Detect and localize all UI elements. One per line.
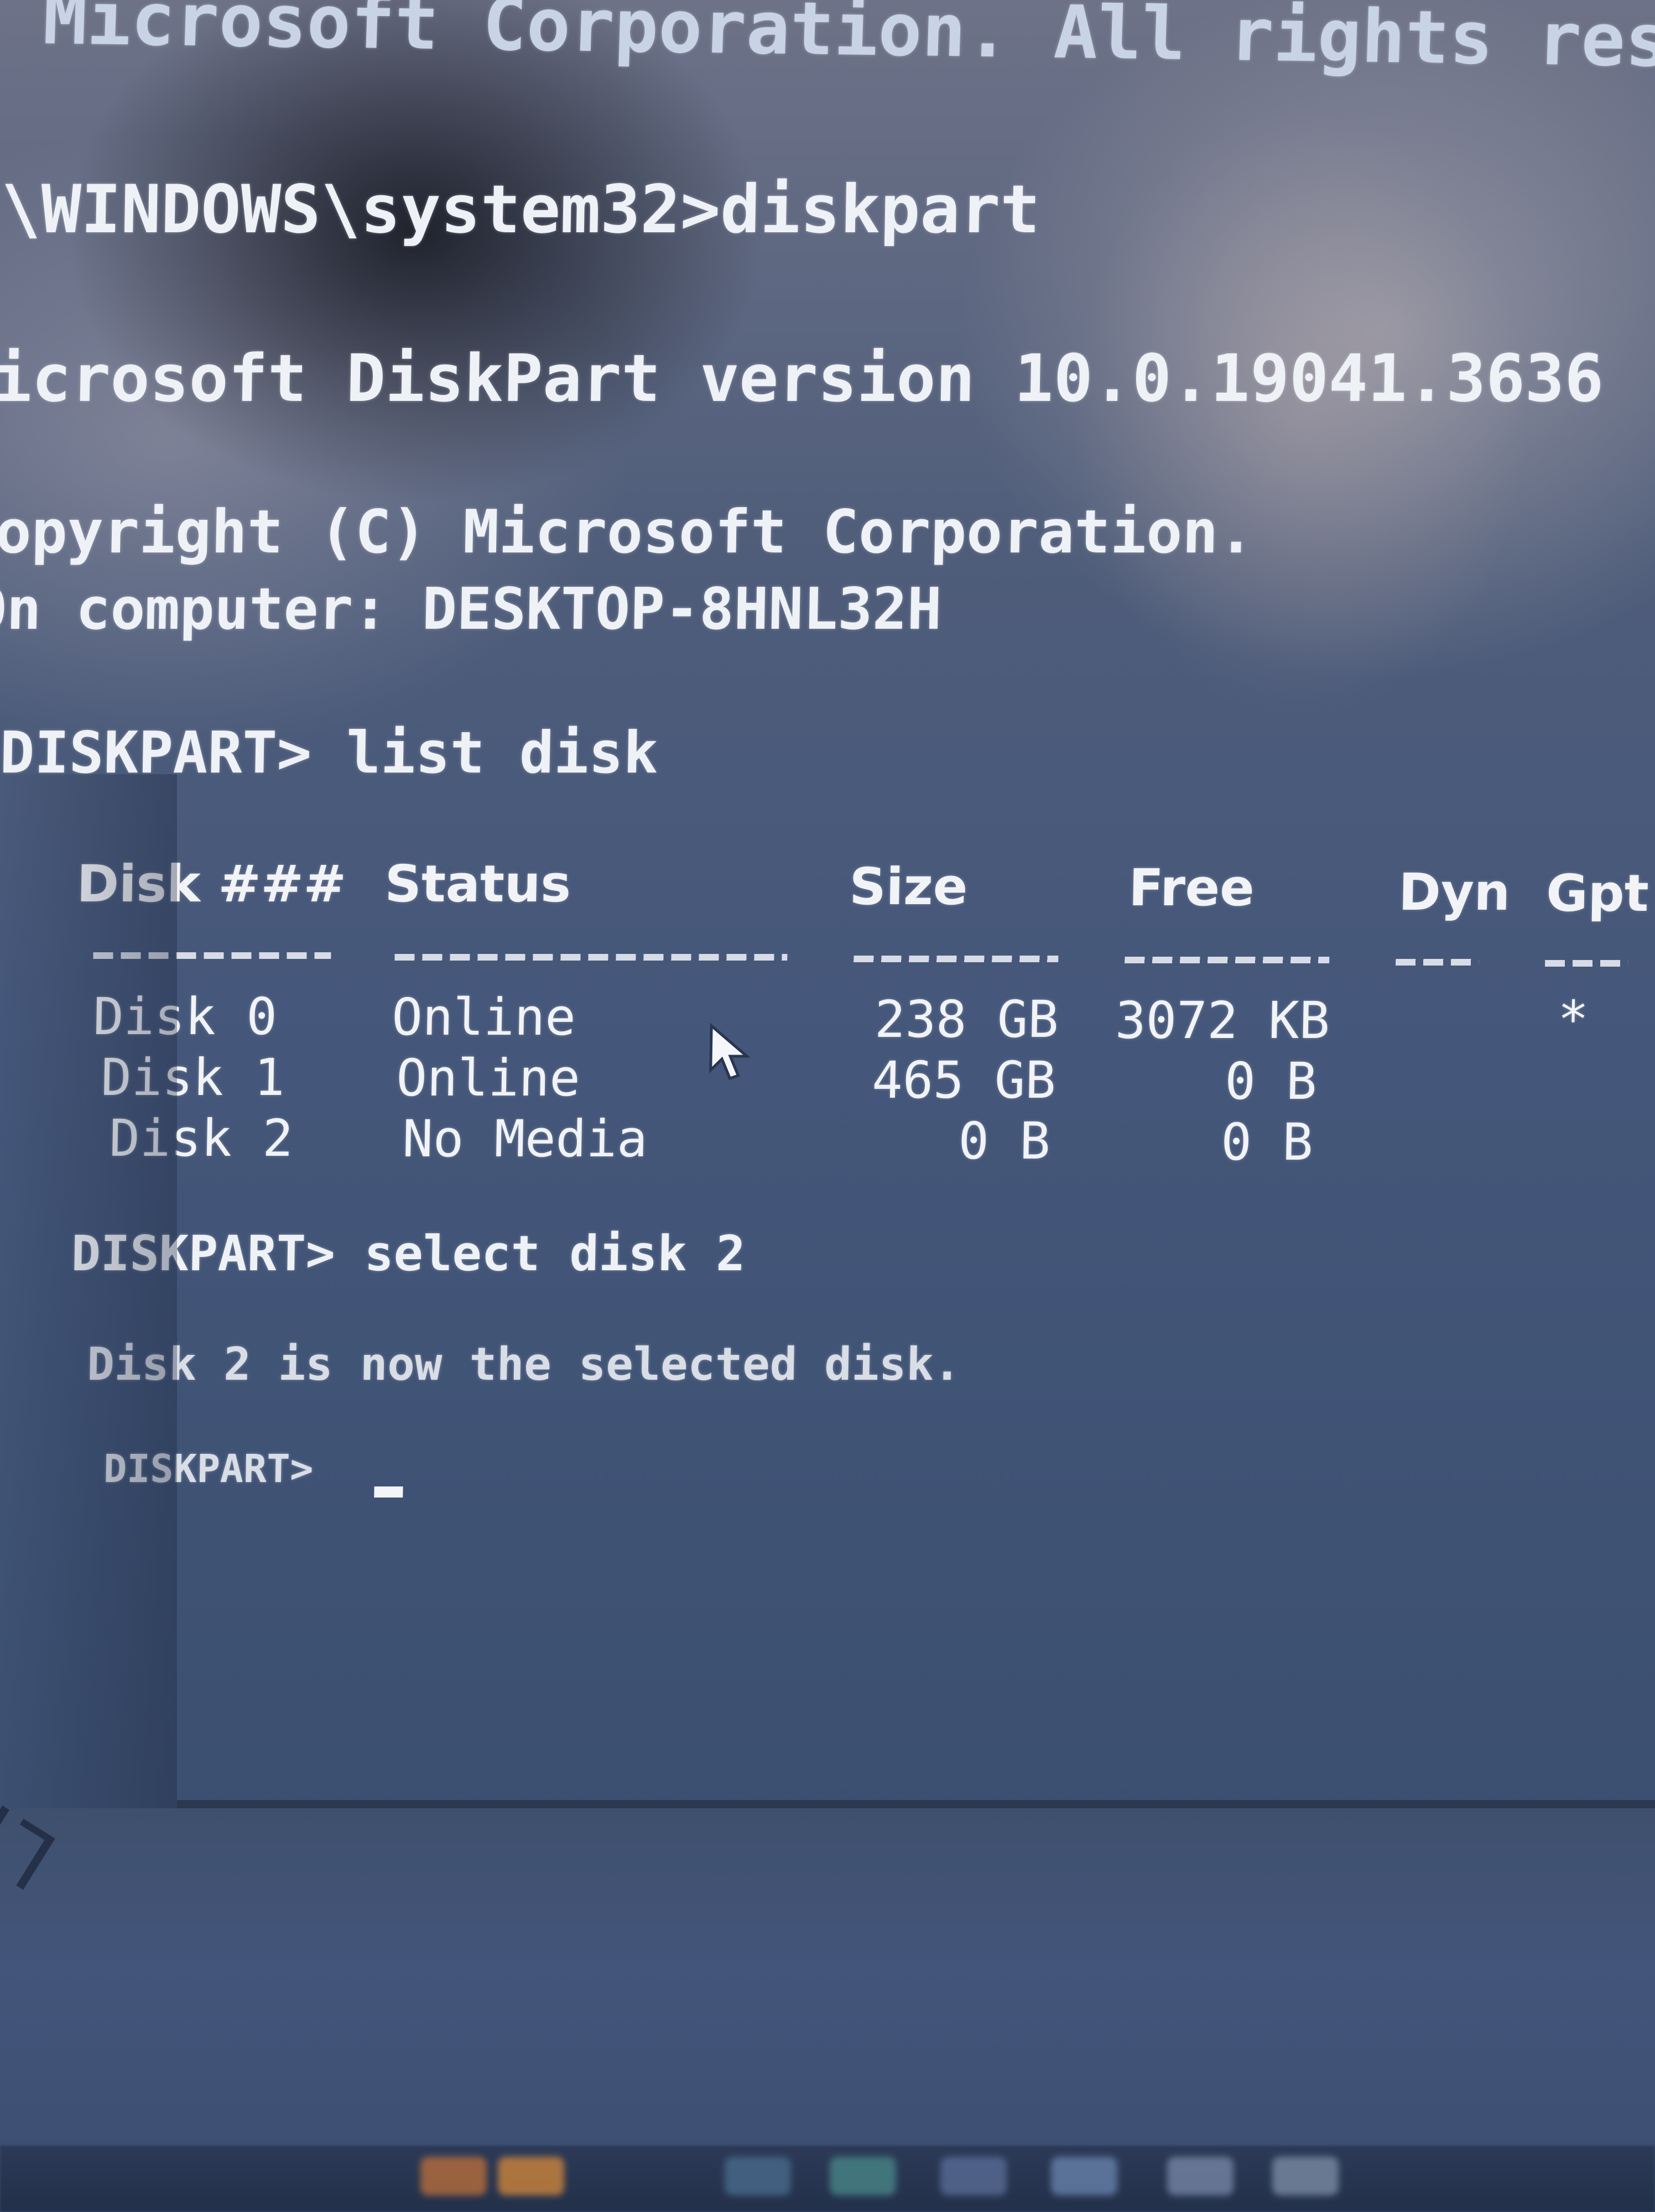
separator-status (394, 954, 788, 961)
taskbar-app-icon (498, 2157, 564, 2195)
header-free: Free (1128, 858, 1255, 917)
disk-0-size: 238 GB (874, 990, 1059, 1049)
copyright-header-line: Microsoft Corporation. All rights reserv… (41, 0, 1655, 87)
header-status: Status (384, 854, 572, 914)
taskbar-app-icon (830, 2157, 896, 2195)
text-cursor (374, 1486, 403, 1498)
monitor-left-edge (0, 774, 177, 1808)
selected-disk-message: Disk 2 is now the selected disk. (86, 1338, 962, 1391)
taskbar-app-icon (1167, 2157, 1234, 2195)
system32-prompt-line: \WINDOWS\system32>diskpart (0, 171, 1041, 248)
separator-size (853, 956, 1059, 962)
copyright-line: opyright (C) Microsoft Corporation. (0, 498, 1255, 567)
separator-dyn (1396, 959, 1479, 966)
header-gpt: Gpt (1545, 864, 1649, 923)
taskbar (0, 2146, 1655, 2212)
disk-0-gpt: * (1557, 990, 1589, 1049)
disk-0-free: 3072 KB (1115, 991, 1330, 1050)
disk-2-status: No Media (402, 1109, 648, 1168)
disk-1-size: 465 GB (871, 1051, 1057, 1110)
disk-2-size: 0 B (957, 1112, 1051, 1171)
disk-0-status: Online (391, 988, 576, 1047)
separator-gpt (1545, 960, 1628, 967)
diskpart-version-line: icrosoft DiskPart version 10.0.19041.363… (0, 340, 1605, 416)
taskbar-app-icon (1272, 2157, 1339, 2195)
taskbar-app-icon (725, 2157, 791, 2195)
separator-free (1125, 957, 1330, 963)
taskbar-app-icon (940, 2157, 1007, 2195)
header-size: Size (849, 857, 969, 916)
taskbar-app-icon (420, 2157, 487, 2195)
command-prompt-window: Microsoft Corporation. All rights reserv… (0, 0, 1655, 1808)
taskbar-app-icon (1051, 2157, 1117, 2195)
mouse-pointer-icon (709, 1023, 751, 1081)
header-dyn: Dyn (1398, 863, 1511, 922)
photo-of-monitor: Microsoft Corporation. All rights reserv… (0, 0, 1655, 2212)
disk-1-free: 0 B (1224, 1052, 1318, 1111)
computer-name-line: On computer: DESKTOP-8HNL32H (0, 575, 943, 643)
disk-2-free: 0 B (1220, 1113, 1314, 1172)
disk-1-status: Online (395, 1048, 581, 1108)
